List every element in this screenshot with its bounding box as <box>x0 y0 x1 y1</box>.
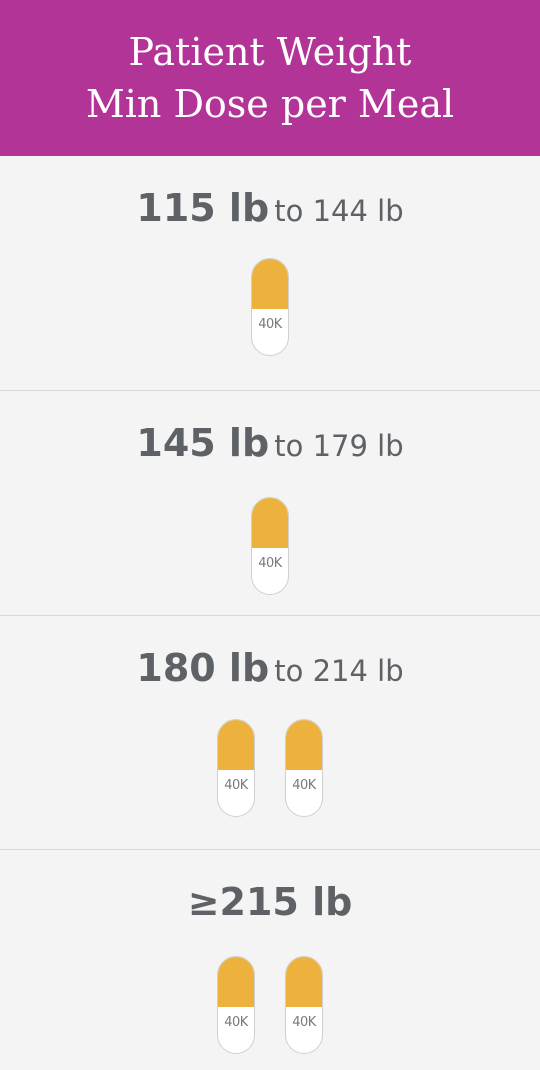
capsule-icon: 40K <box>251 258 289 356</box>
capsule-label: 40K <box>224 1015 248 1030</box>
capsule-icon: 40K <box>251 497 289 595</box>
capsule-label: 40K <box>292 778 316 793</box>
weight-range: ≥215 lb <box>0 880 540 924</box>
weight-min: 180 lb <box>136 646 270 690</box>
weight-range: 180 lb to 214 lb <box>0 646 540 690</box>
weight-max: to 214 lb <box>274 654 404 688</box>
weight-min: 115 lb <box>136 186 270 230</box>
weight-max: to 144 lb <box>274 194 404 228</box>
dose-row: 145 lb to 179 lb 40K <box>0 391 540 616</box>
weight-min: 145 lb <box>136 421 270 465</box>
capsule-group: 40K 40K <box>0 956 540 1054</box>
capsule-icon: 40K <box>217 719 255 817</box>
dose-row: 180 lb to 214 lb 40K 40K <box>0 616 540 850</box>
capsule-icon: 40K <box>217 956 255 1054</box>
header-title-line1: Patient Weight <box>128 30 412 74</box>
dose-row: 115 lb to 144 lb 40K <box>0 156 540 391</box>
capsule-label: 40K <box>258 317 282 332</box>
capsule-label: 40K <box>292 1015 316 1030</box>
page-header: Patient Weight Min Dose per Meal <box>0 0 540 156</box>
weight-max: to 179 lb <box>274 429 404 463</box>
capsule-group: 40K 40K <box>0 719 540 817</box>
weight-range: 115 lb to 144 lb <box>0 186 540 230</box>
header-title-line2: Min Dose per Meal <box>85 82 455 126</box>
capsule-icon: 40K <box>285 719 323 817</box>
capsule-icon: 40K <box>285 956 323 1054</box>
dose-row: ≥215 lb 40K 40K <box>0 850 540 1070</box>
capsule-group: 40K <box>0 497 540 595</box>
capsule-label: 40K <box>258 556 282 571</box>
weight-min: ≥215 lb <box>187 880 353 924</box>
weight-range: 145 lb to 179 lb <box>0 421 540 465</box>
capsule-label: 40K <box>224 778 248 793</box>
capsule-group: 40K <box>0 258 540 356</box>
